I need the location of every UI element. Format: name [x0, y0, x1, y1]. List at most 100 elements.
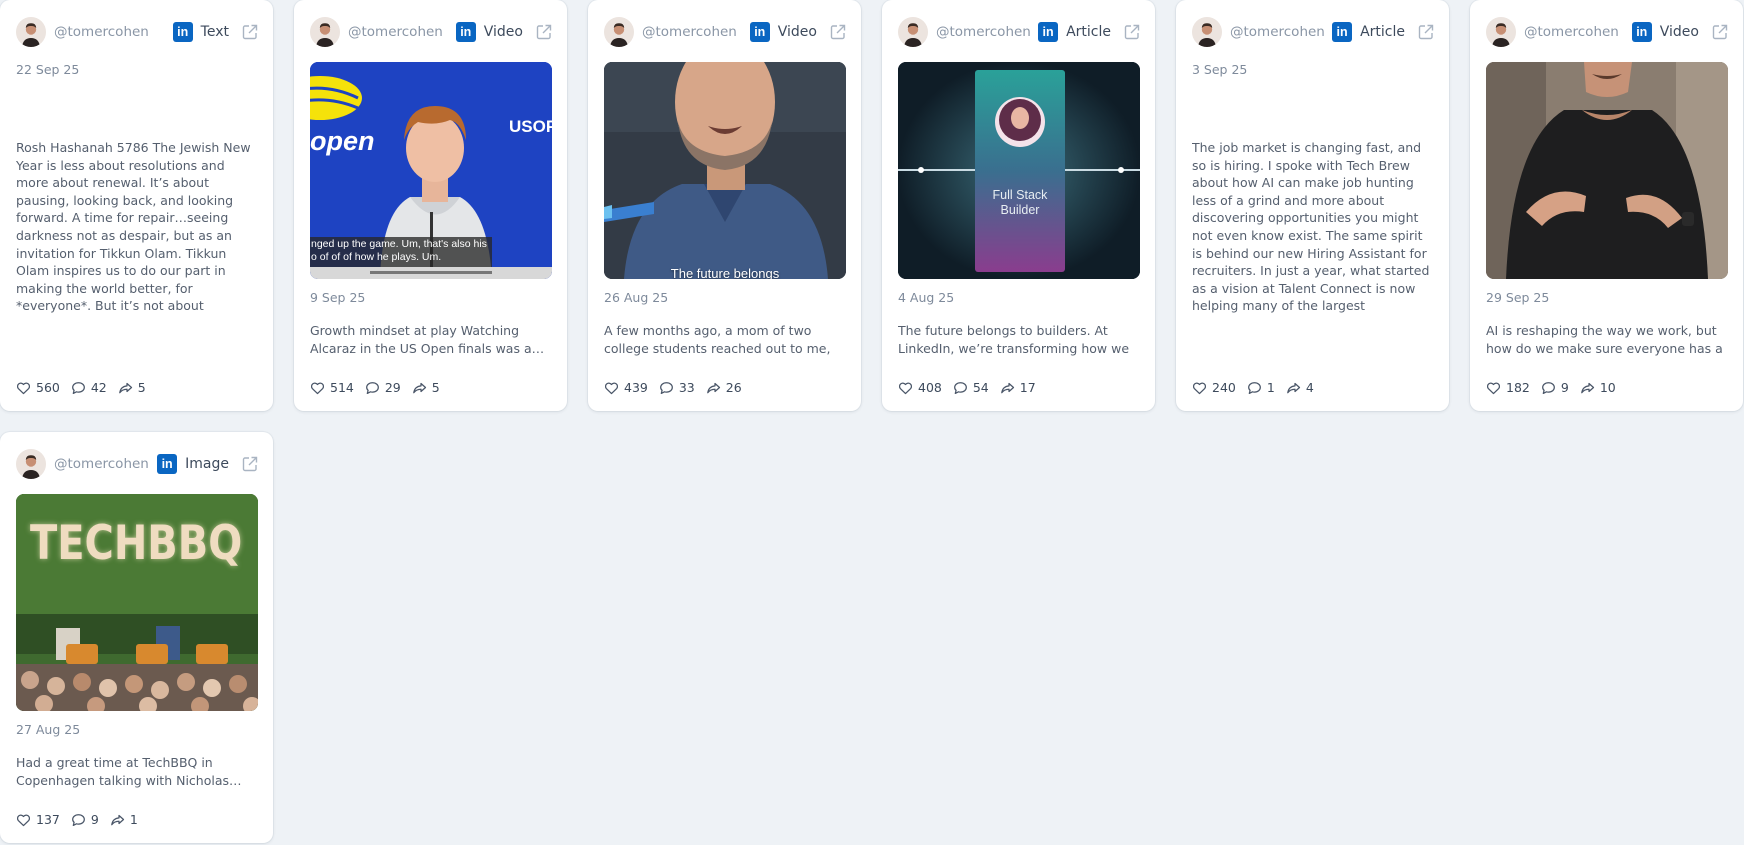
external-link-icon[interactable] [1123, 23, 1141, 41]
post-date: 3 Sep 25 [1192, 62, 1248, 77]
post-video-thumbnail[interactable] [1486, 62, 1728, 279]
avatar [898, 17, 928, 47]
card-header: @tomercohen in Article [898, 16, 1141, 48]
post-stats: 514 29 5 [310, 380, 451, 395]
shares-stat: 5 [118, 380, 146, 395]
post-image[interactable]: TECHBBQ [16, 494, 258, 711]
post-type-label: Article [1360, 24, 1405, 40]
post-stats: 439 33 26 [604, 380, 753, 395]
post-date: 9 Sep 25 [310, 290, 366, 305]
avatar [16, 449, 46, 479]
comment-icon [659, 381, 673, 394]
heart-icon [16, 382, 31, 394]
post-video-thumbnail[interactable]: open USOP nged up the game. Um, that's a… [310, 62, 552, 279]
card-header: @tomercohen in Video [310, 16, 553, 48]
linkedin-icon: in [1038, 22, 1059, 42]
likes-count: 408 [918, 380, 942, 395]
likes-count: 137 [36, 812, 60, 827]
shares-count: 5 [431, 380, 440, 395]
likes-count: 560 [36, 380, 60, 395]
post-stats: 240 1 4 [1192, 380, 1325, 395]
comments-count: 9 [90, 812, 99, 827]
post-article-image[interactable]: Full Stack Builder [898, 62, 1140, 279]
post-card[interactable]: @tomercohen in Article Full Stack Builde… [882, 0, 1155, 411]
likes-stat: 439 [604, 380, 648, 395]
shares-stat: 5 [412, 380, 440, 395]
linkedin-icon: in [455, 22, 476, 42]
comments-count: 29 [384, 380, 401, 395]
comments-stat: 42 [71, 380, 107, 395]
shares-stat: 4 [1286, 380, 1314, 395]
post-card[interactable]: @tomercohen in Video The future belongs [588, 0, 861, 411]
heart-icon [310, 382, 325, 394]
comments-stat: 9 [1541, 380, 1569, 395]
shares-count: 10 [1599, 380, 1616, 395]
author-handle[interactable]: @tomercohen [642, 24, 744, 40]
post-type-label: Video [1659, 24, 1699, 40]
caption-line: o of of of how he plays. Um. [311, 251, 442, 263]
video-caption: nged up the game. Um, that's also his o … [311, 238, 493, 264]
comments-count: 9 [1560, 380, 1569, 395]
external-link-icon[interactable] [535, 23, 553, 41]
external-link-icon[interactable] [1711, 23, 1729, 41]
caption-line: nged up the game. Um, that's also his [311, 238, 487, 250]
shares-stat: 26 [706, 380, 742, 395]
card-header: @tomercohen in Image [16, 448, 259, 480]
external-link-icon[interactable] [1417, 23, 1435, 41]
video-sign-text: USOP [509, 117, 552, 136]
share-icon [412, 382, 426, 393]
post-video-thumbnail[interactable]: The future belongs [604, 62, 846, 279]
post-card[interactable]: @tomercohen in Image TECHBBQ 27 Aug 25 H… [0, 432, 273, 843]
comments-count: 42 [90, 380, 107, 395]
post-type-label: Image [185, 456, 229, 472]
video-logo-text: open [310, 126, 375, 156]
shares-count: 5 [137, 380, 146, 395]
likes-stat: 514 [310, 380, 354, 395]
heart-icon [604, 382, 619, 394]
post-type-label: Article [1066, 24, 1111, 40]
post-date: 4 Aug 25 [898, 290, 955, 305]
card-header: @tomercohen in Video [604, 16, 847, 48]
post-card[interactable]: @tomercohen in Video 29 Sep 25 AI is res… [1470, 0, 1743, 411]
shares-count: 1 [129, 812, 138, 827]
likes-stat: 408 [898, 380, 942, 395]
linkedin-icon: in [1631, 22, 1652, 42]
shares-stat: 17 [1000, 380, 1036, 395]
external-link-icon[interactable] [241, 455, 259, 473]
author-handle[interactable]: @tomercohen [54, 456, 151, 472]
external-link-icon[interactable] [829, 23, 847, 41]
post-type-label: Video [483, 24, 523, 40]
card-header: @tomercohen in Text [16, 16, 259, 48]
post-type-label: Video [777, 24, 817, 40]
post-card[interactable]: @tomercohen in Video open USOP nged up t… [294, 0, 567, 411]
comment-icon [1247, 381, 1261, 394]
comment-icon [71, 813, 85, 826]
author-handle[interactable]: @tomercohen [1524, 24, 1626, 40]
comments-stat: 33 [659, 380, 695, 395]
heart-icon [1486, 382, 1501, 394]
post-type-label: Text [200, 24, 229, 40]
author-handle[interactable]: @tomercohen [348, 24, 450, 40]
author-handle[interactable]: @tomercohen [54, 24, 167, 40]
likes-count: 240 [1212, 380, 1236, 395]
external-link-icon[interactable] [241, 23, 259, 41]
likes-stat: 240 [1192, 380, 1236, 395]
likes-count: 439 [624, 380, 648, 395]
heart-icon [16, 814, 31, 826]
posts-grid: @tomercohen in Text 22 Sep 25 Rosh Hasha… [0, 0, 1744, 845]
author-handle[interactable]: @tomercohen [936, 24, 1032, 40]
share-icon [1580, 382, 1594, 393]
likes-count: 182 [1506, 380, 1530, 395]
post-card[interactable]: @tomercohen in Article 3 Sep 25 The job … [1176, 0, 1449, 411]
post-date: 26 Aug 25 [604, 290, 669, 305]
avatar [1192, 17, 1222, 47]
comments-count: 1 [1266, 380, 1275, 395]
share-icon [1286, 382, 1300, 393]
video-caption: The future belongs [670, 266, 780, 279]
post-text: The job market is changing fast, and so … [1192, 140, 1430, 316]
shares-stat: 1 [110, 812, 138, 827]
share-icon [118, 382, 132, 393]
author-handle[interactable]: @tomercohen [1230, 24, 1326, 40]
post-card[interactable]: @tomercohen in Text 22 Sep 25 Rosh Hasha… [0, 0, 273, 411]
comment-icon [71, 381, 85, 394]
